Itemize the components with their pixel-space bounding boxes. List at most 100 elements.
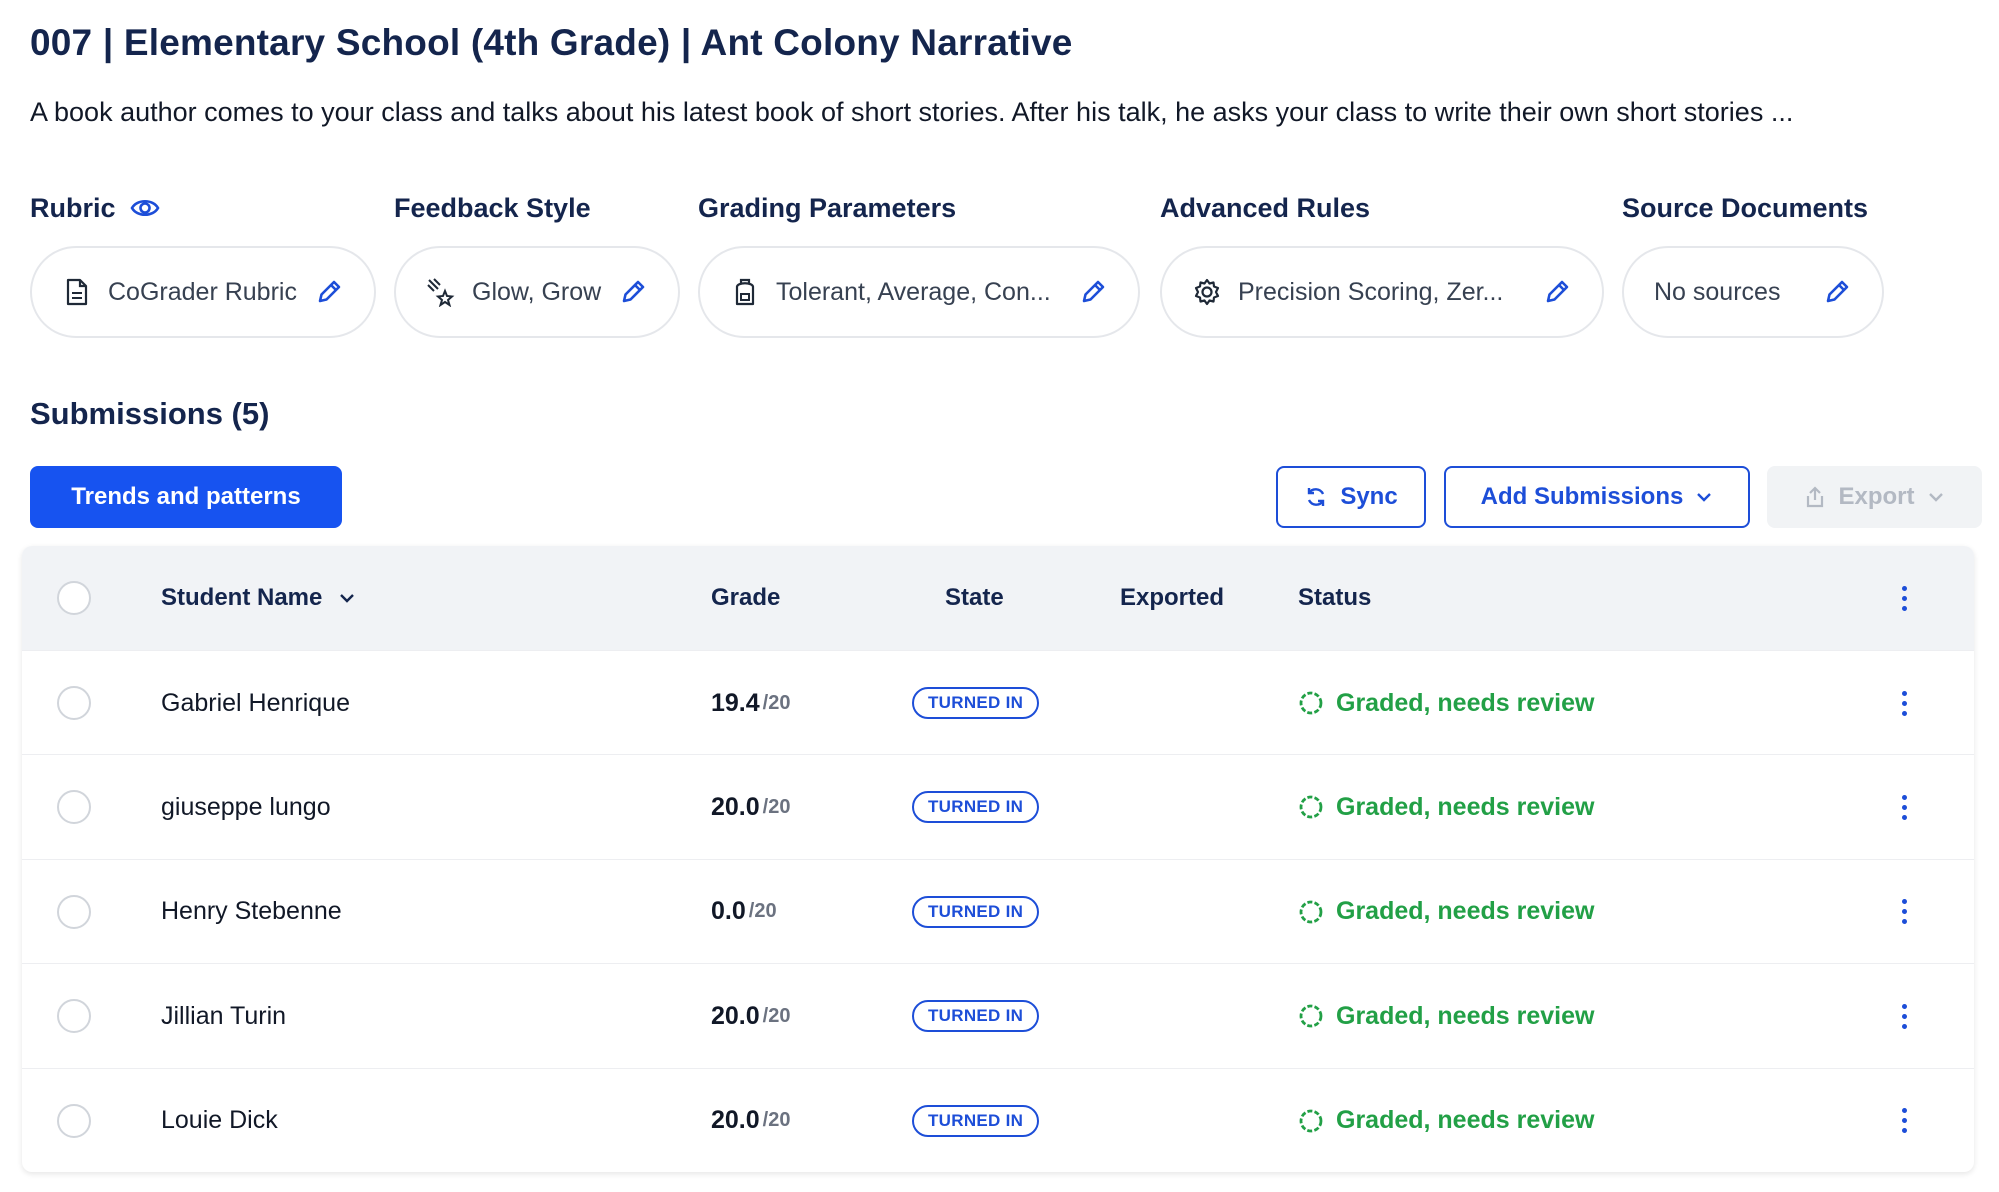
table-row[interactable]: Jillian Turin 20.0 /20 TURNED IN Graded,… — [22, 963, 1974, 1067]
add-submissions-label: Add Submissions — [1480, 483, 1684, 510]
table-row[interactable]: giuseppe lungo 20.0 /20 TURNED IN Graded… — [22, 754, 1974, 858]
pencil-icon[interactable] — [1542, 277, 1572, 307]
advanced-rules-value: Precision Scoring, Zer... — [1238, 277, 1504, 306]
grading-parameters-pill[interactable]: Tolerant, Average, Con... — [698, 246, 1140, 338]
source-documents-value: No sources — [1654, 277, 1781, 306]
student-name[interactable]: Jillian Turin — [161, 964, 286, 1068]
grade-value: 19.4 — [711, 688, 760, 717]
student-name[interactable]: Henry Stebenne — [161, 860, 342, 964]
row-checkbox[interactable] — [57, 894, 91, 929]
table-row[interactable]: Henry Stebenne 0.0 /20 TURNED IN Graded,… — [22, 858, 1974, 964]
state-column-header: State — [945, 584, 1004, 611]
add-submissions-button[interactable]: Add Submissions — [1444, 466, 1750, 528]
backpack-icon — [730, 277, 760, 307]
source-documents-label: Source Documents — [1622, 192, 1869, 223]
table-row[interactable]: Gabriel Henrique 19.4 /20 TURNED IN Grad… — [22, 650, 1974, 754]
gear-icon — [1192, 277, 1222, 307]
state-badge: TURNED IN — [912, 895, 1040, 928]
table-row[interactable]: Louie Dick 20.0 /20 TURNED IN Graded, ne… — [22, 1067, 1974, 1172]
source-documents-section: Source Documents No sources — [1622, 188, 1884, 338]
export-button[interactable]: Export — [1767, 466, 1982, 528]
state-badge: TURNED IN — [912, 1104, 1040, 1137]
row-options-icon[interactable] — [1892, 690, 1916, 716]
pencil-icon[interactable] — [314, 277, 344, 307]
grade-value: 20.0 — [711, 792, 760, 821]
sparkle-star-icon — [426, 277, 456, 307]
sync-icon — [1304, 485, 1328, 509]
sync-label: Sync — [1340, 483, 1398, 510]
status-cell: Graded, needs review — [1298, 755, 1594, 859]
grade-value: 20.0 — [711, 1001, 760, 1030]
pencil-icon[interactable] — [1078, 277, 1108, 307]
grade-max: /20 — [762, 795, 791, 818]
grading-parameters-label: Grading Parameters — [698, 192, 957, 223]
grade-value: 20.0 — [711, 1106, 760, 1135]
grading-parameters-section: Grading Parameters Tolerant, Average, Co… — [698, 188, 1140, 338]
state-badge: TURNED IN — [912, 687, 1040, 719]
feedback-style-pill[interactable]: Glow, Grow — [394, 246, 680, 338]
grading-parameters-value: Tolerant, Average, Con... — [776, 277, 1051, 306]
chevron-down-icon — [1695, 491, 1713, 503]
grade-column-header: Grade — [711, 584, 781, 611]
trends-and-patterns-button[interactable]: Trends and patterns — [30, 466, 342, 528]
grade-cell: 20.0 /20 — [711, 755, 790, 859]
rubric-pill[interactable]: CoGrader Rubric — [30, 246, 376, 338]
status-cell: Graded, needs review — [1298, 1069, 1594, 1172]
row-checkbox[interactable] — [57, 1103, 91, 1138]
dashed-circle-icon — [1298, 1108, 1324, 1134]
grade-cell: 19.4 /20 — [711, 651, 790, 755]
grade-cell: 0.0 /20 — [711, 860, 777, 964]
grade-max: /20 — [762, 1109, 791, 1132]
submissions-table: Student Name Grade State Exported Status… — [22, 546, 1974, 1172]
dashed-circle-icon — [1298, 794, 1324, 820]
student-name[interactable]: Louie Dick — [161, 1069, 278, 1172]
advanced-rules-pill[interactable]: Precision Scoring, Zer... — [1160, 246, 1604, 338]
status-cell: Graded, needs review — [1298, 651, 1594, 755]
table-options-icon[interactable] — [1892, 585, 1916, 611]
rubric-label: Rubric — [30, 192, 116, 223]
submissions-title: Submissions (5) — [30, 396, 270, 431]
state-badge: TURNED IN — [912, 1000, 1040, 1033]
assignment-description: A book author comes to your class and ta… — [30, 97, 1794, 127]
export-label: Export — [1838, 483, 1915, 510]
status-text: Graded, needs review — [1336, 897, 1595, 926]
pencil-icon[interactable] — [1822, 277, 1852, 307]
status-text: Graded, needs review — [1336, 792, 1595, 821]
source-documents-pill[interactable]: No sources — [1622, 246, 1884, 338]
rubric-section: Rubric CoGrader Rubric — [30, 188, 376, 338]
state-badge: TURNED IN — [912, 791, 1040, 824]
chevron-down-icon — [1927, 491, 1945, 503]
dashed-circle-icon — [1298, 1003, 1324, 1029]
feedback-style-section: Feedback Style Glow, Grow — [394, 188, 680, 338]
grade-cell: 20.0 /20 — [711, 1069, 790, 1172]
row-options-icon[interactable] — [1892, 1003, 1916, 1029]
student-name[interactable]: giuseppe lungo — [161, 755, 331, 859]
status-text: Graded, needs review — [1336, 688, 1595, 717]
status-text: Graded, needs review — [1336, 1001, 1595, 1030]
row-checkbox[interactable] — [57, 999, 91, 1034]
row-checkbox[interactable] — [57, 686, 91, 720]
status-text: Graded, needs review — [1336, 1106, 1595, 1135]
student-name[interactable]: Gabriel Henrique — [161, 651, 350, 755]
row-checkbox[interactable] — [57, 790, 91, 825]
grade-max: /20 — [748, 900, 777, 923]
pencil-icon[interactable] — [618, 277, 648, 307]
feedback-style-label: Feedback Style — [394, 192, 591, 223]
student-name-column-header[interactable]: Student Name — [161, 546, 356, 650]
rubric-value: CoGrader Rubric — [108, 277, 297, 306]
grade-cell: 20.0 /20 — [711, 964, 790, 1068]
page-title: 007 | Elementary School (4th Grade) | An… — [30, 22, 1073, 63]
share-icon — [1804, 485, 1826, 509]
document-icon — [62, 277, 92, 307]
row-options-icon[interactable] — [1892, 899, 1916, 925]
eye-icon[interactable] — [130, 196, 160, 220]
sort-chevron-icon — [338, 592, 356, 604]
sync-button[interactable]: Sync — [1276, 466, 1426, 528]
grade-value: 0.0 — [711, 897, 746, 926]
status-cell: Graded, needs review — [1298, 860, 1594, 964]
advanced-rules-label: Advanced Rules — [1160, 192, 1371, 223]
row-options-icon[interactable] — [1892, 1108, 1916, 1134]
row-options-icon[interactable] — [1892, 794, 1916, 820]
dashed-circle-icon — [1298, 690, 1324, 716]
select-all-checkbox[interactable] — [57, 581, 91, 615]
